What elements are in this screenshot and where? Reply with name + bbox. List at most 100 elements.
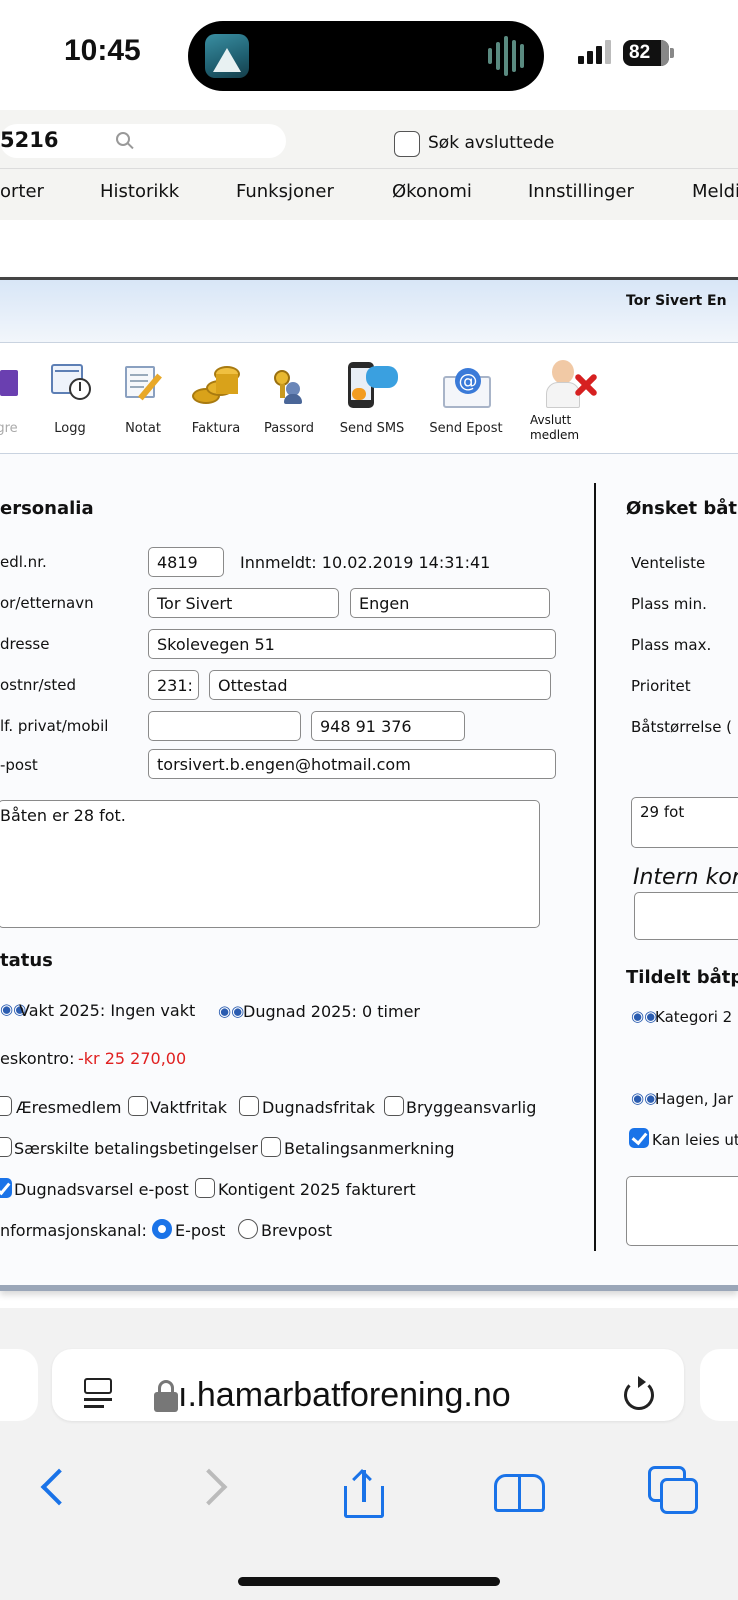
dugnad-email-label: Dugnadsvarsel e-post — [14, 1180, 189, 1199]
binoculars-icon[interactable]: ◉◉ — [631, 1007, 657, 1025]
dock-responsible-checkbox[interactable] — [384, 1096, 404, 1116]
dugnad-email-checkbox[interactable] — [0, 1178, 12, 1198]
toolbar-send-epost-label: Send Epost — [429, 421, 503, 436]
toolbar-send-sms-label: Send SMS — [339, 421, 405, 436]
tabs-icon[interactable] — [648, 1466, 702, 1516]
contingent-invoiced-label: Kontigent 2025 fakturert — [218, 1180, 416, 1199]
reload-arrowhead — [638, 1376, 646, 1388]
comment-text: Båten er 28 fot. — [0, 806, 126, 825]
channel-email-label: E-post — [175, 1221, 226, 1240]
next-tab-stub[interactable] — [700, 1349, 738, 1421]
reader-mode-icon[interactable] — [82, 1378, 116, 1410]
internal-comment-label: Intern kor — [633, 865, 738, 890]
watch-status: Vakt 2025: Ingen vakt — [19, 1001, 196, 1020]
show-closed-label: Søk avsluttede — [428, 133, 555, 153]
honorary-member-label: Æresmedlem — [16, 1098, 122, 1117]
url-text: ı.hamarbatforening.no — [178, 1376, 511, 1414]
menu-item-rapporter[interactable]: orter — [0, 181, 44, 202]
assigned-heading: Tildelt båtp — [626, 967, 738, 988]
special-terms-label: Særskilte betalingsbetingelser — [14, 1139, 258, 1158]
last-name-field[interactable]: Engen — [350, 588, 550, 618]
email-icon[interactable]: @ — [443, 368, 493, 408]
phone-label: lf. privat/mobil — [0, 717, 109, 735]
name-label: or/etternavn — [0, 594, 94, 612]
member-search-value: 5216 — [0, 128, 59, 152]
edit-icon[interactable] — [0, 370, 18, 396]
internal-comment-field[interactable] — [634, 892, 738, 940]
email-label: -post — [0, 756, 38, 774]
home-indicator — [238, 1577, 500, 1586]
calendar-clock-icon[interactable] — [51, 364, 91, 402]
binoculars-icon[interactable]: ◉◉ — [218, 1002, 244, 1020]
dialog-titlebar — [0, 280, 738, 342]
postal-label: ostnr/sted — [0, 676, 77, 694]
bookmarks-icon[interactable] — [494, 1474, 548, 1514]
account-balance: -kr 25 270,00 — [78, 1049, 187, 1068]
registered-date: Innmeldt: 10.02.2019 14:31:41 — [240, 553, 491, 572]
channel-email-radio[interactable] — [152, 1219, 172, 1239]
dugnad-exempt-label: Dugnadsfritak — [262, 1098, 376, 1117]
toolbar-avslutt-label: Avslutt medlem — [530, 413, 580, 442]
address-field[interactable]: Skolevegen 51 — [148, 629, 556, 659]
now-playing-app-icon — [205, 34, 249, 78]
payment-note-checkbox[interactable] — [261, 1137, 281, 1157]
cellular-signal-icon — [578, 40, 614, 66]
toolbar-passord-label: Passord — [263, 421, 315, 436]
status-time: 10:45 — [64, 34, 141, 67]
dugnad-exempt-checkbox[interactable] — [239, 1096, 259, 1116]
place-max-label: Plass max. — [631, 636, 712, 654]
address-label: dresse — [0, 635, 50, 653]
special-terms-checkbox[interactable] — [0, 1137, 12, 1157]
phone-private-field[interactable] — [148, 711, 301, 741]
priority-label: Prioritet — [631, 677, 691, 695]
key-user-icon[interactable] — [272, 370, 302, 404]
channel-letter-label: Brevpost — [261, 1221, 333, 1240]
wish-heading: Ønsket båtp — [626, 498, 738, 519]
channel-label: nformasjonskanal: — [0, 1221, 147, 1240]
assigned-owner: Hagen, Jar — [655, 1090, 734, 1108]
can-rent-checkbox[interactable] — [629, 1128, 649, 1148]
member-no-label: edl.nr. — [0, 553, 47, 571]
show-closed-checkbox[interactable] — [394, 131, 420, 157]
email-field[interactable]: torsivert.b.engen@hotmail.com — [148, 749, 556, 779]
phone-sms-icon[interactable] — [348, 362, 402, 410]
battery-level: 82 — [629, 42, 651, 63]
assigned-notes-field[interactable] — [626, 1176, 738, 1246]
watch-exempt-label: Vaktfritak — [150, 1098, 228, 1117]
divider — [0, 168, 738, 169]
previous-tab-stub[interactable] — [0, 1349, 38, 1421]
boat-size-value: 29 fot — [640, 803, 685, 821]
menu-item-meldinger[interactable]: Meldi — [692, 181, 738, 202]
personalia-heading: ersonalia — [0, 498, 94, 519]
coins-icon[interactable] — [192, 362, 244, 406]
account-label: eskontro: — [0, 1049, 75, 1068]
column-divider — [594, 483, 596, 1251]
menu-item-historikk[interactable]: Historikk — [100, 181, 179, 202]
honorary-member-checkbox[interactable] — [0, 1096, 12, 1116]
menu-item-okonomi[interactable]: Økonomi — [392, 181, 472, 202]
first-name-field[interactable]: Tor Sivert — [148, 588, 339, 618]
city-field[interactable]: Ottestad — [209, 670, 551, 700]
battery-icon: 82 — [623, 40, 669, 66]
note-icon[interactable] — [125, 364, 165, 402]
channel-letter-radio[interactable] — [238, 1219, 258, 1239]
battery-tip — [670, 48, 674, 58]
place-min-label: Plass min. — [631, 595, 707, 613]
payment-note-label: Betalingsanmerkning — [284, 1139, 455, 1158]
binoculars-icon[interactable]: ◉◉ — [631, 1089, 657, 1107]
phone-mobile-field[interactable]: 948 91 376 — [311, 711, 465, 741]
can-rent-label: Kan leies ut — [652, 1131, 738, 1149]
boat-size-label: Båtstørrelse ( — [631, 718, 733, 736]
postal-code-field[interactable]: 231: — [148, 670, 199, 700]
member-no-field[interactable]: 4819 — [148, 547, 224, 577]
waitlist-label: Venteliste — [631, 554, 706, 572]
share-icon[interactable] — [344, 1469, 384, 1518]
menu-item-innstillinger[interactable]: Innstillinger — [528, 181, 634, 202]
dugnad-status: Dugnad 2025: 0 timer — [243, 1002, 420, 1021]
contingent-invoiced-checkbox[interactable] — [195, 1178, 215, 1198]
dialog-title: Tor Sivert En — [626, 293, 727, 309]
menu-item-funksjoner[interactable]: Funksjoner — [236, 181, 334, 202]
remove-member-icon[interactable] — [546, 360, 600, 412]
category-label: Kategori 2 — [655, 1008, 733, 1026]
watch-exempt-checkbox[interactable] — [128, 1096, 148, 1116]
